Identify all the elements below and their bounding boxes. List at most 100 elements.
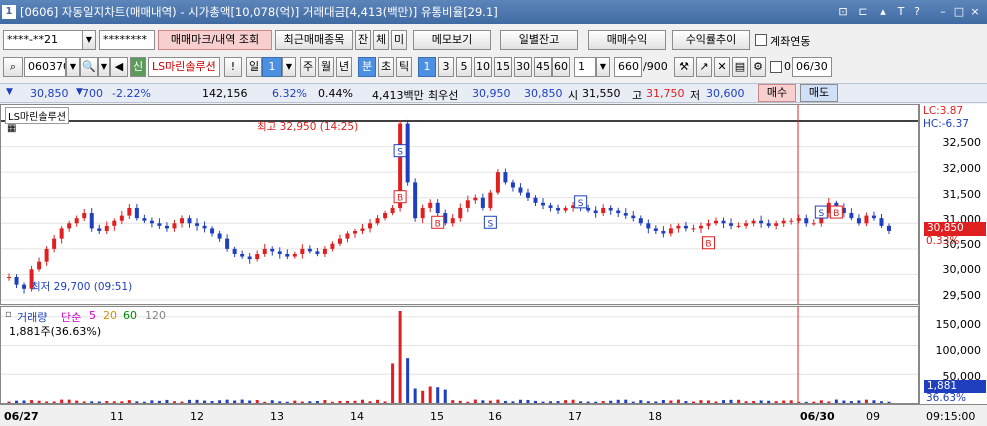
volume-chart[interactable]: ▫ 거래량 단순 5 20 60 120 1,881주(36.63%): [0, 306, 919, 404]
period-day-label[interactable]: 일: [246, 57, 262, 77]
pin-icon[interactable]: ▴: [876, 5, 890, 19]
candle-body: [638, 218, 643, 224]
delete-draw-icon[interactable]: ✕: [714, 57, 730, 77]
volume-bar: [45, 401, 49, 403]
price-chart[interactable]: SBBSSSBB LS마린솔루션 ▦ 최고 32,950 (14:25) 최저 …: [0, 104, 919, 305]
candle-body: [428, 202, 433, 208]
interval-select[interactable]: 1: [574, 57, 596, 77]
tab-week[interactable]: 주: [300, 57, 316, 77]
sell-marker-label: S: [578, 199, 584, 209]
tab-second[interactable]: 초: [378, 57, 394, 77]
volume-bar: [436, 387, 440, 403]
count-input[interactable]: 660: [614, 57, 642, 77]
candle-body: [781, 220, 786, 224]
volume-bar: [82, 401, 86, 403]
search-icon[interactable]: 🔍: [80, 57, 98, 77]
x-time: 09:15:00: [926, 410, 976, 423]
volume-bar: [691, 401, 695, 403]
volume-bar: [827, 401, 831, 403]
period-value[interactable]: 1: [262, 57, 282, 77]
candle-body: [510, 182, 515, 188]
candle-body: [22, 284, 27, 289]
interval-dropdown[interactable]: ▼: [596, 57, 610, 77]
volume-bar: [503, 400, 507, 403]
help-icon[interactable]: ?: [910, 5, 924, 19]
volume-bar: [338, 400, 342, 403]
candle-body: [871, 215, 876, 219]
option-value: 0: [784, 60, 791, 73]
stock-search-icon[interactable]: ⌕: [3, 57, 23, 77]
tab-minute[interactable]: 분: [358, 57, 376, 77]
draw-icon[interactable]: ↗: [696, 57, 712, 77]
volume-bar: [308, 401, 312, 403]
account-dropdown[interactable]: ▼: [82, 30, 96, 50]
tab-year[interactable]: 년: [336, 57, 352, 77]
candle-body: [811, 223, 816, 225]
password-input[interactable]: ********: [99, 30, 155, 50]
option-checkbox[interactable]: [770, 61, 782, 73]
close-icon[interactable]: ×: [968, 5, 982, 19]
code-dropdown[interactable]: ▼: [66, 57, 80, 77]
recent-trades-button[interactable]: 최근매매종목: [275, 30, 353, 50]
volume-bar: [684, 401, 688, 403]
candle-body: [315, 251, 320, 254]
gear-icon[interactable]: ⚙: [750, 57, 766, 77]
interval-45[interactable]: 45: [534, 57, 552, 77]
interval-5[interactable]: 5: [456, 57, 472, 77]
candle-body: [14, 276, 19, 285]
date-input[interactable]: 06/30: [792, 57, 832, 77]
ma-20: 20: [103, 309, 117, 322]
sell-button[interactable]: 매도: [800, 84, 838, 102]
volume-bar: [819, 400, 823, 403]
volume-bar: [240, 399, 244, 403]
memo-button[interactable]: 메모보기: [413, 30, 491, 50]
candle-body: [59, 228, 64, 239]
balance-button[interactable]: 잔: [355, 30, 371, 50]
candle-body: [247, 256, 252, 260]
best-bid: 30,850: [524, 87, 563, 100]
volume-bar: [804, 401, 808, 403]
copy-icon[interactable]: ⊏: [856, 5, 870, 19]
minimize-icon[interactable]: –: [936, 5, 950, 19]
volume-bar: [120, 401, 124, 403]
candle-body: [601, 207, 606, 214]
tab-month[interactable]: 월: [318, 57, 334, 77]
trade-profit-button[interactable]: 매매수익: [588, 30, 666, 50]
interval-10[interactable]: 10: [474, 57, 492, 77]
interval-60[interactable]: 60: [552, 57, 570, 77]
indicator-icon[interactable]: ⚒: [674, 57, 694, 77]
candle-body: [698, 225, 703, 229]
maximize-icon[interactable]: □: [952, 5, 966, 19]
search-dropdown[interactable]: ▼: [98, 57, 110, 77]
sound-icon[interactable]: ◀: [110, 57, 128, 77]
account-link-label: 계좌연동: [770, 35, 811, 48]
layout-icon[interactable]: ⊡: [836, 5, 850, 19]
buy-button[interactable]: 매수: [758, 84, 796, 102]
daily-balance-button[interactable]: 일별잔고: [500, 30, 578, 50]
interval-30[interactable]: 30: [514, 57, 532, 77]
stock-code-input[interactable]: 060370: [24, 57, 66, 77]
volume-bar: [458, 400, 462, 403]
x-axis: 06/27 11 12 13 14 15 16 17 18 06/30 09 0…: [0, 404, 987, 426]
interval-15[interactable]: 15: [494, 57, 512, 77]
font-icon[interactable]: T: [894, 5, 908, 19]
grid-icon[interactable]: ▦: [7, 123, 16, 134]
volume-bar: [225, 399, 229, 403]
filled-button[interactable]: 체: [373, 30, 389, 50]
account-link-checkbox[interactable]: [755, 34, 767, 46]
period-dropdown[interactable]: ▼: [282, 57, 296, 77]
alert-button[interactable]: !: [224, 57, 242, 77]
interval-1[interactable]: 1: [418, 57, 436, 77]
unfilled-button[interactable]: 미: [391, 30, 407, 50]
save-icon[interactable]: ▤: [732, 57, 748, 77]
tab-tick[interactable]: 틱: [396, 57, 412, 77]
candle-body: [104, 225, 109, 231]
volume-bar: [556, 401, 560, 403]
return-trend-button[interactable]: 수익률추이: [672, 30, 750, 50]
account-input[interactable]: ****-**21: [3, 30, 83, 50]
volume-bar: [624, 399, 628, 403]
price-chart-svg: SBB SSS BB: [1, 105, 918, 304]
candle-body: [383, 213, 388, 219]
interval-3[interactable]: 3: [438, 57, 454, 77]
trade-mark-button[interactable]: 매매마크/내역 조회: [158, 30, 272, 50]
